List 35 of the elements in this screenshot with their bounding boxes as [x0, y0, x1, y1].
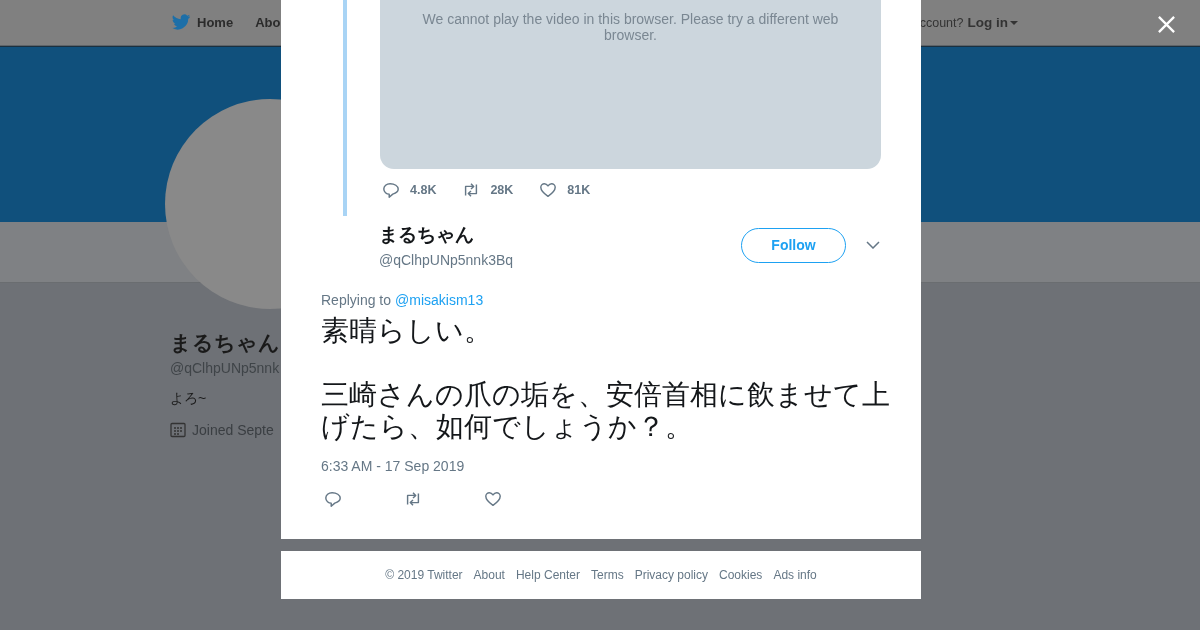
tweet-text: 三崎さんの爪の垢を、安倍首相に飲ませて上げたら、如何でしょうか？。 [321, 379, 891, 443]
chevron-icon[interactable] [866, 241, 880, 249]
video-player[interactable]: We cannot play the video in this browser. Please try a different web browser. [380, 0, 881, 169]
login-prompt: ccount? [919, 15, 964, 30]
copyright: © 2019 Twitter [385, 568, 463, 582]
stat-count: 28K [490, 183, 514, 197]
stat-count: 4.8K [410, 183, 437, 197]
calendar-icon [170, 422, 186, 438]
follow-button[interactable]: Follow [741, 227, 846, 263]
tweet-text: 素晴らしい。 [321, 315, 493, 347]
footer-link[interactable]: Privacy policy [634, 568, 708, 582]
author-name: まるちゃん [379, 223, 475, 247]
nav-label: Home [197, 15, 234, 30]
mention-link[interactable]: @misakism13 [395, 292, 484, 308]
reply-icon[interactable] [382, 181, 400, 199]
reply-icon[interactable] [324, 490, 342, 508]
like-icon[interactable] [484, 490, 502, 508]
footer-link[interactable]: Help Center [515, 568, 580, 582]
caret-icon [1010, 20, 1018, 25]
replying-label: Replying to [321, 292, 392, 308]
footer-link[interactable]: Ads info [773, 568, 817, 582]
retweet-icon[interactable] [404, 490, 422, 508]
profile-bio: よろ~ [170, 390, 208, 408]
tweet-timestamp: 6:33 AM - 17 Sep 2019 [321, 458, 466, 474]
footer-link[interactable]: Terms [591, 568, 624, 582]
login-button[interactable]: Log in [967, 15, 1018, 30]
like-icon[interactable] [539, 181, 558, 199]
stat-count: 81K [567, 183, 591, 197]
profile-name: まるちゃん [170, 330, 281, 356]
nav-link[interactable]: Abo [255, 15, 281, 30]
video-error-message: We cannot play the video in this browser. Please try a different web browser. [421, 11, 840, 43]
footer-link[interactable]: About [473, 568, 505, 582]
close-icon[interactable] [1157, 15, 1176, 34]
footer-link[interactable]: Cookies [719, 568, 763, 582]
author-handle: @qClhpUNp5nnk3Bq [379, 252, 515, 268]
